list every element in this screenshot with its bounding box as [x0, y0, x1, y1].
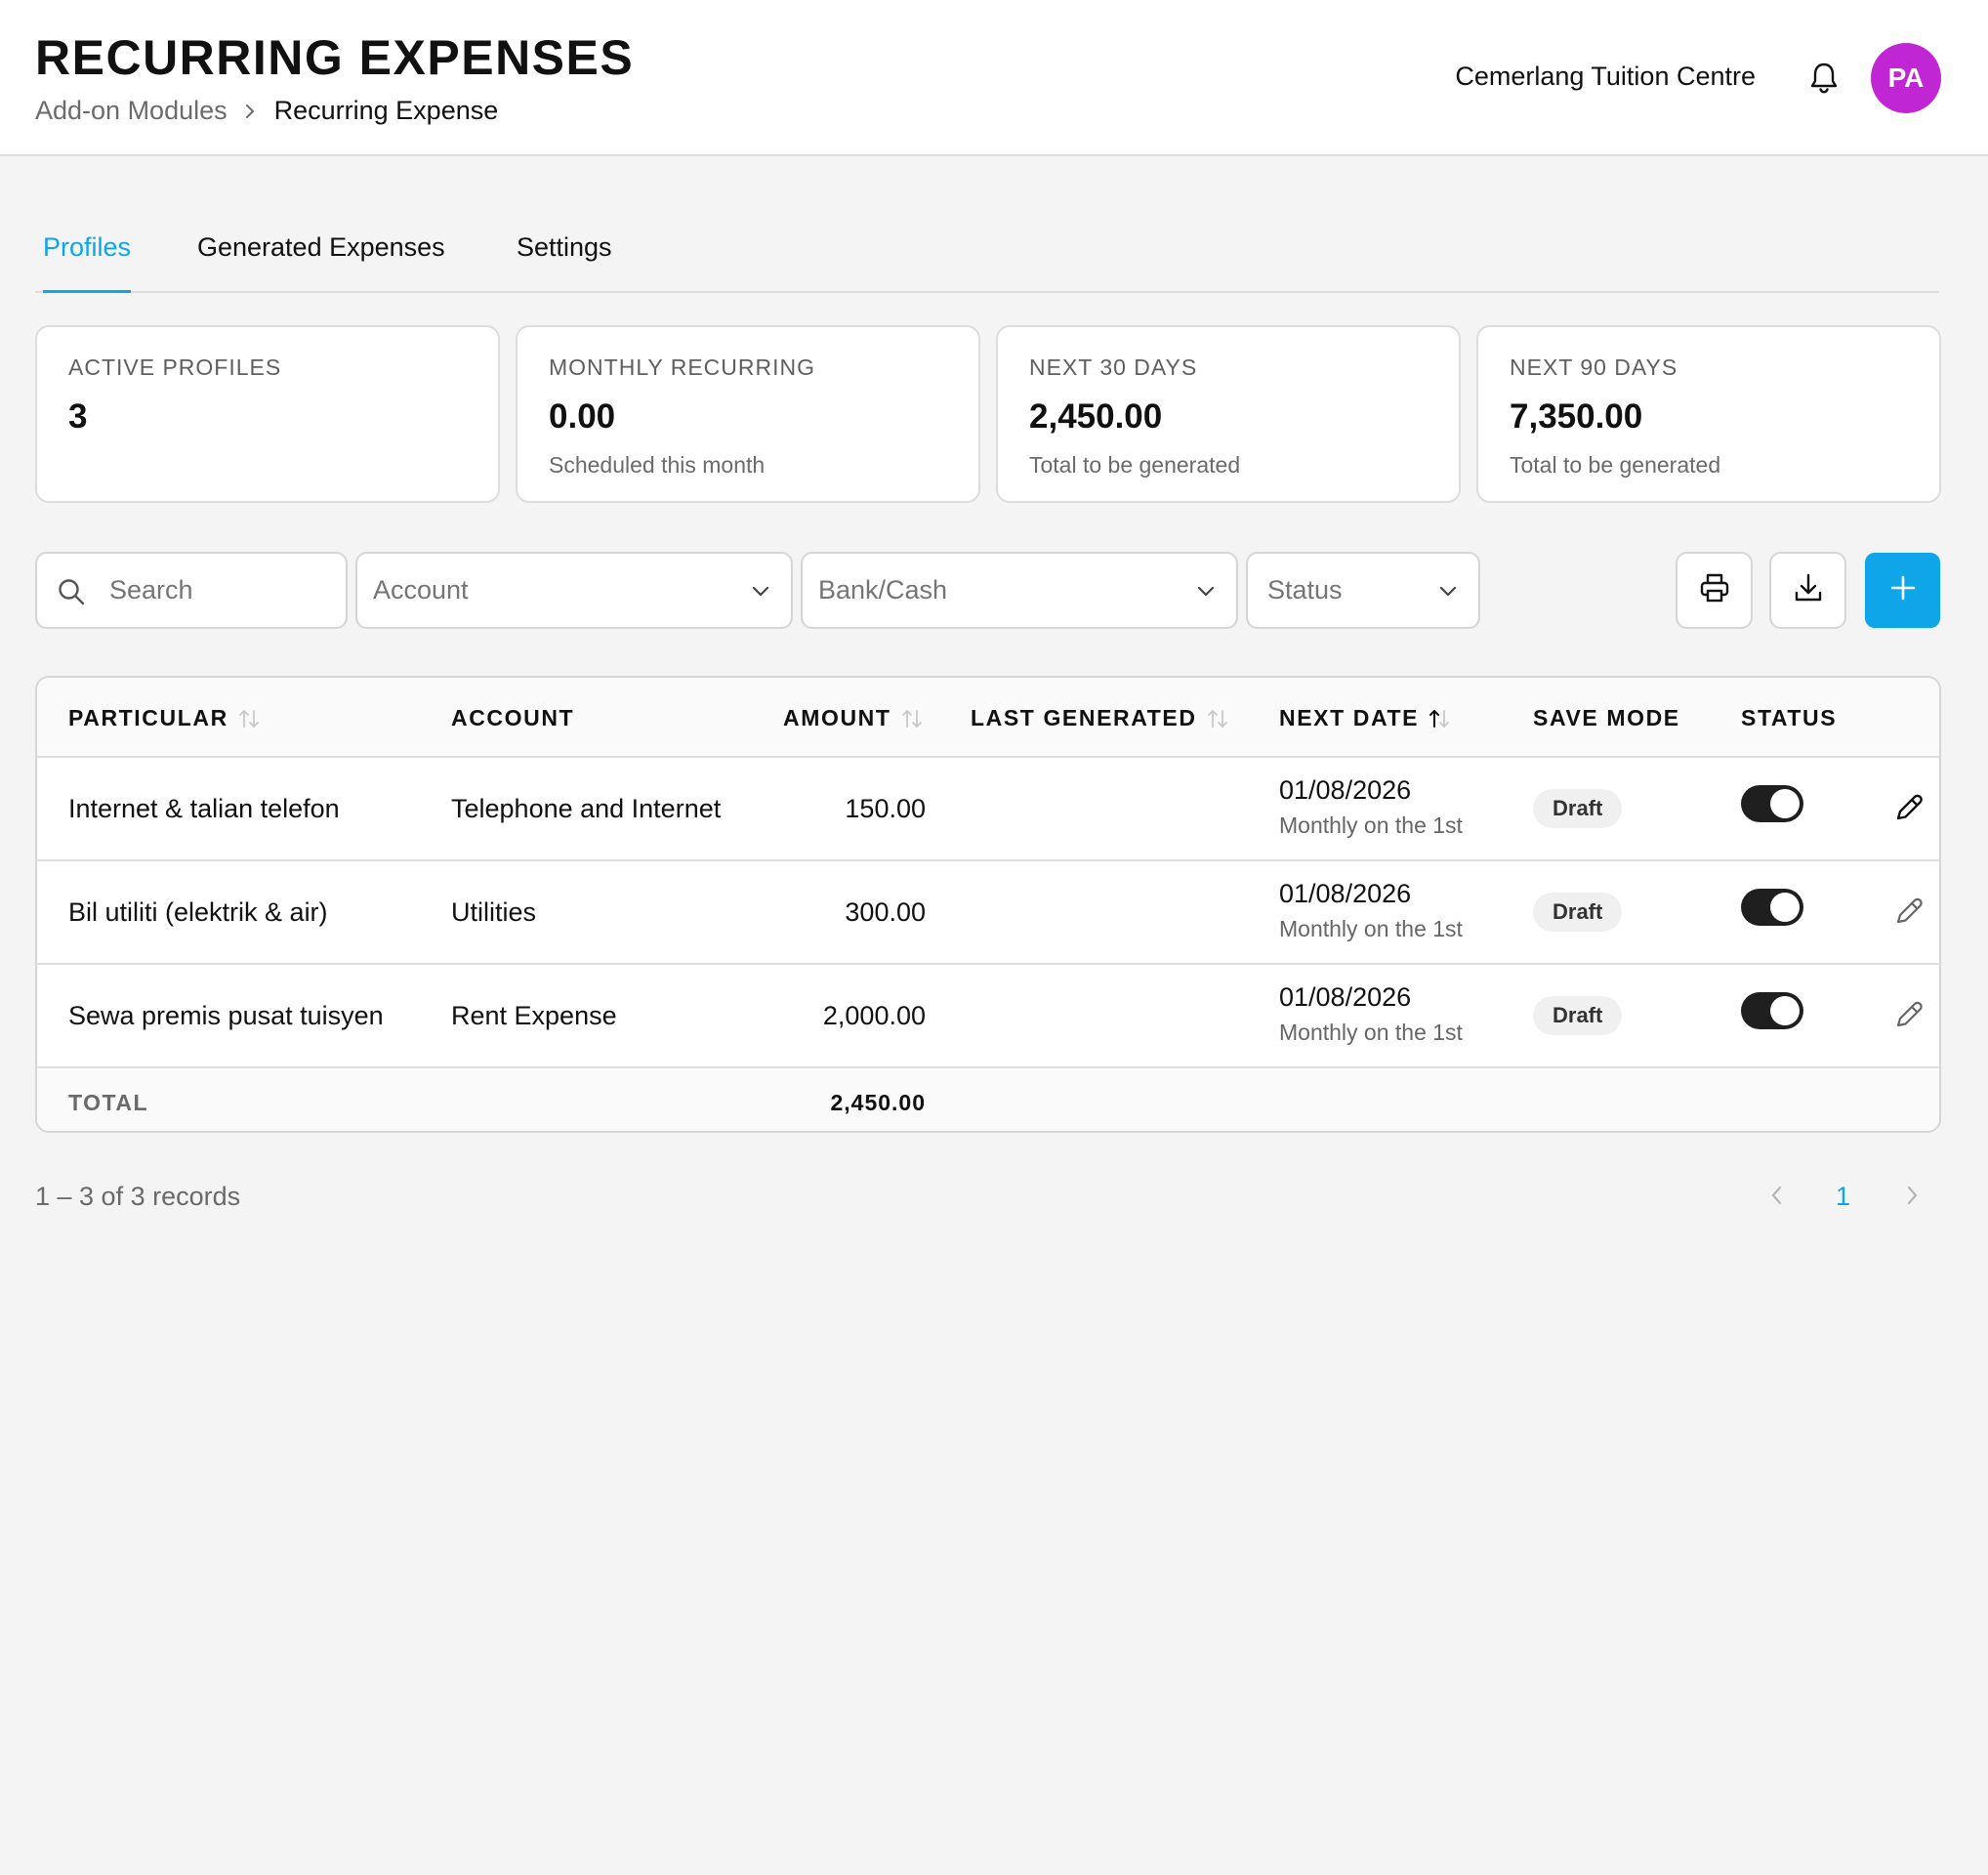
top-header: RECURRING EXPENSES Add-on Modules Recurr… [0, 0, 1988, 156]
records-summary: 1 – 3 of 3 records [35, 1182, 241, 1211]
breadcrumb-current: Recurring Expense [273, 96, 499, 125]
profiles-table: PARTICULAR ACCOUNT AMOUNT LAST GENERATED… [35, 676, 1941, 1133]
search-placeholder: Search [109, 575, 193, 604]
cell-particular: Bil utiliti (elektrik & air) [68, 897, 328, 927]
save-mode-badge: Draft [1533, 789, 1623, 828]
status-toggle[interactable] [1741, 785, 1803, 822]
stat-card-next-90-days: NEXT 90 DAYS 7,350.00 Total to be genera… [1476, 325, 1941, 503]
stat-subtext: Total to be generated [1510, 452, 1721, 478]
stat-label: NEXT 90 DAYS [1510, 354, 1678, 380]
cell-next-date: 01/08/2026 [1279, 775, 1412, 805]
column-header-account: ACCOUNT [451, 705, 575, 730]
bell-icon[interactable] [1808, 62, 1840, 95]
search-icon [57, 577, 86, 611]
column-header-label: NEXT DATE [1279, 705, 1420, 730]
chevron-down-icon [750, 580, 771, 602]
stat-label: NEXT 30 DAYS [1029, 354, 1198, 380]
print-button[interactable] [1676, 552, 1753, 629]
cell-frequency: Monthly on the 1st [1279, 1020, 1463, 1045]
column-header-save-mode: SAVE MODE [1533, 705, 1680, 730]
cell-particular: Internet & talian telefon [68, 794, 340, 823]
stat-value: 0.00 [549, 397, 616, 436]
tab-generated-expenses[interactable]: Generated Expenses [197, 225, 445, 291]
cell-particular: Sewa premis pusat tuisyen [68, 1001, 384, 1030]
sort-ascending-icon [1427, 707, 1452, 730]
company-switcher[interactable]: Cemerlang Tuition Centre [1455, 62, 1756, 92]
page-title: RECURRING EXPENSES [35, 30, 635, 85]
column-header-label: AMOUNT [783, 705, 891, 730]
sort-icon [1205, 707, 1230, 730]
save-mode-badge: Draft [1533, 893, 1623, 932]
stat-subtext: Scheduled this month [549, 452, 766, 478]
stat-label: MONTHLY RECURRING [549, 354, 815, 380]
cell-account: Utilities [451, 897, 537, 927]
add-profile-button[interactable] [1865, 553, 1940, 628]
account-select[interactable]: Account [355, 552, 793, 629]
sort-icon [236, 707, 262, 730]
pagination-page-1[interactable]: 1 [1836, 1182, 1850, 1212]
user-avatar[interactable]: PA [1871, 43, 1941, 113]
status-select-placeholder: Status [1267, 575, 1343, 604]
tab-settings[interactable]: Settings [517, 225, 612, 291]
table-row[interactable]: Internet & talian telefon Telephone and … [37, 758, 1939, 861]
download-icon [1792, 571, 1825, 609]
stat-value: 7,350.00 [1510, 397, 1643, 436]
column-header-amount[interactable]: AMOUNT [783, 705, 925, 731]
stat-card-next-30-days: NEXT 30 DAYS 2,450.00 Total to be genera… [996, 325, 1461, 503]
cell-account: Rent Expense [451, 1001, 617, 1030]
cell-amount: 300.00 [845, 897, 926, 927]
cell-next-date: 01/08/2026 [1279, 879, 1412, 908]
toggle-knob [1770, 789, 1800, 818]
download-button[interactable] [1769, 552, 1846, 629]
column-header-label: PARTICULAR [68, 705, 228, 730]
save-mode-badge: Draft [1533, 996, 1623, 1035]
chevron-right-icon [243, 104, 257, 119]
chevron-left-icon[interactable] [1763, 1182, 1791, 1209]
column-header-next-date[interactable]: NEXT DATE [1279, 705, 1452, 731]
chevron-down-icon [1195, 580, 1217, 602]
pencil-icon[interactable] [1892, 791, 1926, 824]
bank-cash-select[interactable]: Bank/Cash [801, 552, 1238, 629]
cell-frequency: Monthly on the 1st [1279, 916, 1463, 941]
table-row[interactable]: Sewa premis pusat tuisyen Rent Expense 2… [37, 965, 1939, 1068]
stat-value: 2,450.00 [1029, 397, 1163, 436]
cell-amount: 2,000.00 [822, 1001, 926, 1030]
stat-value: 3 [68, 397, 88, 436]
status-select[interactable]: Status [1246, 552, 1480, 629]
stat-card-monthly-recurring: MONTHLY RECURRING 0.00 Scheduled this mo… [516, 325, 980, 503]
table-row[interactable]: Bil utiliti (elektrik & air) Utilities 3… [37, 861, 1939, 965]
stat-card-active-profiles: ACTIVE PROFILES 3 [35, 325, 500, 503]
printer-icon [1698, 571, 1731, 609]
pencil-icon[interactable] [1892, 998, 1926, 1031]
breadcrumb-parent-link[interactable]: Add-on Modules [35, 96, 228, 126]
toggle-knob [1770, 996, 1800, 1025]
table-total-row: TOTAL 2,450.00 [37, 1070, 1939, 1131]
stat-subtext: Total to be generated [1029, 452, 1241, 478]
table-header: PARTICULAR ACCOUNT AMOUNT LAST GENERATED… [37, 678, 1939, 758]
plus-icon [1888, 573, 1918, 607]
chevron-down-icon [1437, 580, 1459, 602]
column-header-last-generated[interactable]: LAST GENERATED [971, 705, 1230, 731]
toggle-knob [1770, 893, 1800, 922]
total-label: TOTAL [68, 1090, 149, 1115]
cell-next-date: 01/08/2026 [1279, 982, 1412, 1012]
sort-icon [899, 707, 925, 730]
search-input[interactable]: Search [35, 552, 348, 629]
column-header-particular[interactable]: PARTICULAR [68, 705, 262, 731]
chevron-right-icon[interactable] [1898, 1182, 1926, 1209]
breadcrumb: Add-on Modules Recurring Expense [35, 96, 498, 126]
account-select-placeholder: Account [373, 575, 469, 604]
cell-frequency: Monthly on the 1st [1279, 812, 1463, 838]
column-header-label: LAST GENERATED [971, 705, 1197, 730]
pencil-icon[interactable] [1892, 895, 1926, 928]
status-toggle[interactable] [1741, 889, 1803, 926]
column-header-status: STATUS [1741, 705, 1838, 730]
total-amount: 2,450.00 [830, 1090, 926, 1115]
bank-cash-select-placeholder: Bank/Cash [818, 575, 948, 604]
tab-bar: Profiles Generated Expenses Settings [35, 225, 1939, 293]
stat-label: ACTIVE PROFILES [68, 354, 282, 380]
tab-profiles[interactable]: Profiles [43, 225, 132, 293]
status-toggle[interactable] [1741, 992, 1803, 1029]
cell-amount: 150.00 [845, 794, 926, 823]
